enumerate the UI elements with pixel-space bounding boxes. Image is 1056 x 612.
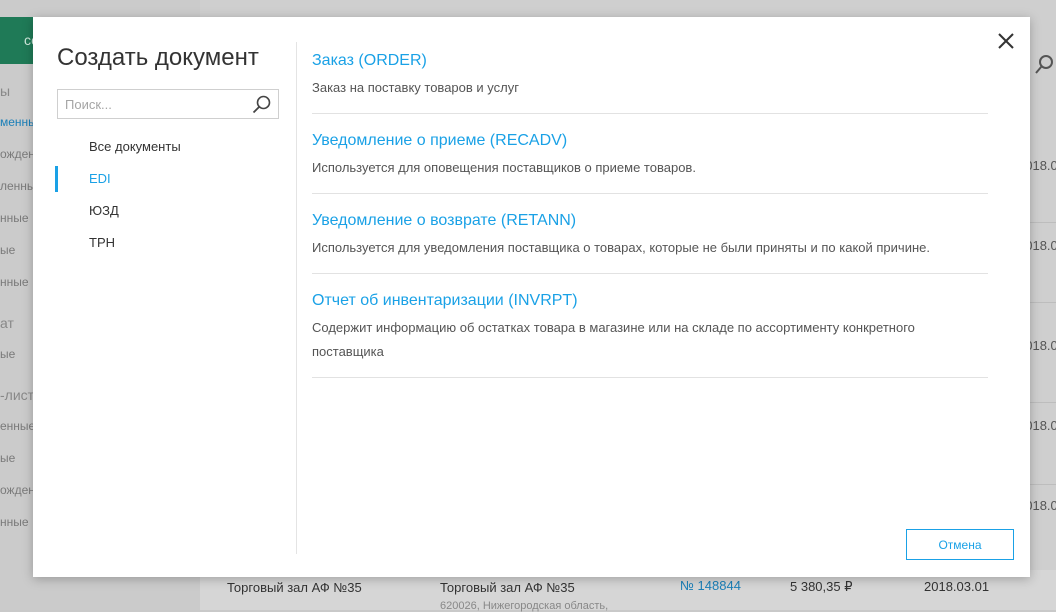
background-cell-date: 2018.03.01 bbox=[924, 579, 990, 594]
close-icon[interactable] bbox=[996, 31, 1016, 51]
category-list: Все документы EDI ЮЗД ТРН bbox=[55, 131, 275, 259]
create-document-dialog: Создать документ Все документы EDI ЮЗД Т… bbox=[33, 17, 1030, 577]
category-trn[interactable]: ТРН bbox=[55, 227, 275, 259]
background-cell-amount: 5 380,35 ₽ bbox=[790, 579, 853, 594]
background-cell-address: 620026, Нижегородская область, bbox=[440, 600, 609, 612]
background-nav-head: -лист bbox=[0, 387, 35, 403]
background-row-divider bbox=[1026, 302, 1056, 303]
category-edi[interactable]: EDI bbox=[55, 163, 275, 195]
document-type-description: Заказ на поставку товаров и услуг bbox=[312, 80, 519, 95]
category-yuzd[interactable]: ЮЗД bbox=[55, 195, 275, 227]
document-type-recadv-link[interactable]: Уведомление о приеме (RECADV) bbox=[312, 131, 988, 151]
background-nav-item[interactable]: нные bbox=[0, 211, 29, 225]
document-type-list: Заказ (ORDER) Заказ на поставку товаров … bbox=[312, 45, 988, 389]
background-nav-head: ы bbox=[0, 83, 11, 99]
background-row-divider bbox=[1026, 402, 1056, 403]
category-all-documents[interactable]: Все документы bbox=[55, 131, 275, 163]
document-type-item: Уведомление о возврате (RETANN) Использу… bbox=[312, 205, 988, 274]
cancel-button[interactable]: Отмена bbox=[906, 529, 1014, 560]
background-nav-item[interactable]: ожден bbox=[0, 147, 35, 161]
dialog-title: Создать документ bbox=[57, 44, 259, 71]
document-type-item: Отчет об инвентаризации (INVRPT) Содержи… bbox=[312, 285, 988, 378]
background-cell-store2: Торговый зал АФ №35 bbox=[440, 580, 575, 595]
document-type-item: Уведомление о приеме (RECADV) Использует… bbox=[312, 125, 988, 194]
background-search-icon[interactable] bbox=[1034, 54, 1054, 76]
background-cell-number[interactable]: № 148844 bbox=[680, 578, 741, 593]
document-type-description: Используется для оповещения поставщиков … bbox=[312, 160, 696, 175]
vertical-divider bbox=[296, 42, 297, 554]
background-nav-item[interactable]: ожден bbox=[0, 483, 35, 497]
background-nav-head: ат bbox=[0, 315, 14, 331]
search-box bbox=[57, 89, 279, 119]
background-nav-item[interactable]: енные bbox=[0, 419, 35, 433]
document-type-description: Используется для уведомления поставщика … bbox=[312, 240, 930, 255]
document-type-retann-link[interactable]: Уведомление о возврате (RETANN) bbox=[312, 211, 988, 231]
background-row-divider bbox=[1026, 484, 1056, 485]
background-cell-store: Торговый зал АФ №35 bbox=[227, 580, 362, 595]
search-input[interactable] bbox=[58, 90, 245, 118]
document-type-description: Содержит информацию об остатках товара в… bbox=[312, 320, 915, 359]
document-type-order-link[interactable]: Заказ (ORDER) bbox=[312, 51, 988, 71]
background-nav-item[interactable]: нные bbox=[0, 515, 29, 529]
background-nav-item[interactable]: нные bbox=[0, 275, 29, 289]
document-type-invrpt-link[interactable]: Отчет об инвентаризации (INVRPT) bbox=[312, 291, 988, 311]
document-type-item: Заказ (ORDER) Заказ на поставку товаров … bbox=[312, 45, 988, 114]
background-nav-item[interactable]: ые bbox=[0, 451, 15, 465]
search-icon[interactable] bbox=[252, 95, 271, 114]
background-nav-item[interactable]: ые bbox=[0, 347, 15, 361]
background-nav-item[interactable]: ые bbox=[0, 243, 15, 257]
background-row-divider bbox=[1026, 222, 1056, 223]
